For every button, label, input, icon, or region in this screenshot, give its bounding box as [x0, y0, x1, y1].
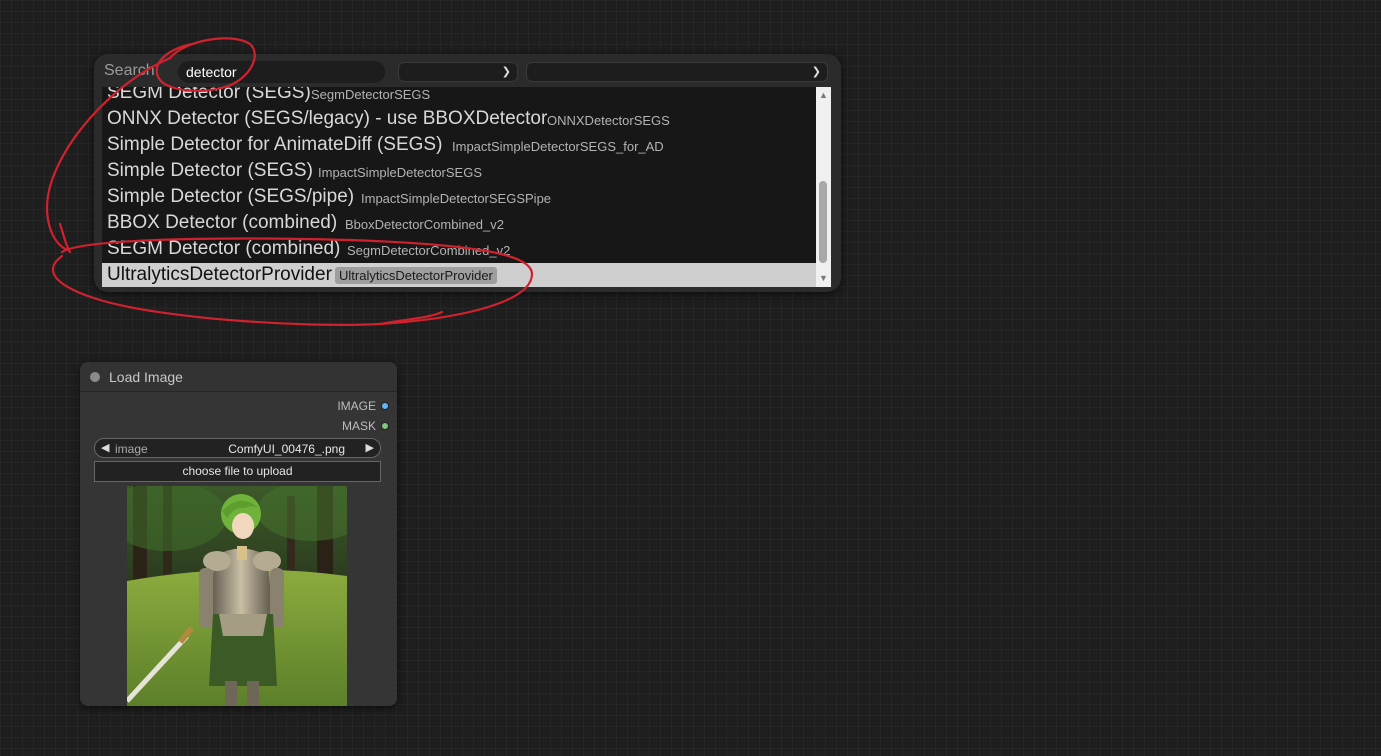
output-type-filter-select[interactable]: ❯	[526, 62, 828, 82]
result-type: ImpactSimpleDetectorSEGS_for_AD	[452, 139, 664, 154]
result-item[interactable]: SEGM Detector (SEGS) SegmDetectorSEGS	[102, 87, 816, 107]
node-header[interactable]: Load Image	[80, 362, 397, 392]
result-item[interactable]: Simple Detector (SEGS/pipe) ImpactSimple…	[102, 185, 816, 211]
combo-label: image	[115, 442, 148, 456]
result-name: ONNX Detector (SEGS/legacy) - use BBOXDe…	[107, 108, 548, 129]
scroll-down-arrow-icon[interactable]: ▼	[819, 273, 828, 283]
search-input[interactable]	[178, 61, 385, 83]
image-combo-widget[interactable]: ◀ image ComfyUI_00476_.png ▶	[94, 438, 381, 458]
upload-button[interactable]: choose file to upload	[94, 461, 381, 482]
search-results-list: SEGM Detector (SEGS) SegmDetectorSEGS ON…	[102, 87, 816, 287]
result-type: SegmDetectorSEGS	[311, 87, 431, 102]
output-slot-mask[interactable]: MASK	[342, 418, 389, 434]
chevron-down-icon: ❯	[501, 66, 511, 78]
scroll-thumb[interactable]	[819, 181, 827, 263]
node-search-dialog: Search: ❯ ❯ SEGM Detector (SEGS) SegmDet…	[94, 54, 841, 292]
result-item[interactable]: Simple Detector (SEGS) ImpactSimpleDetec…	[102, 159, 816, 185]
result-item[interactable]: SEGM Detector (combined) SegmDetectorCom…	[102, 237, 816, 263]
result-type: UltralyticsDetectorProvider	[335, 267, 497, 284]
slot-dot-icon[interactable]	[381, 422, 389, 430]
results-scrollbar[interactable]: ▲ ▼	[816, 87, 831, 287]
result-name: BBOX Detector (combined)	[107, 212, 338, 233]
arrow-right-icon[interactable]: ▶	[366, 441, 374, 454]
scroll-up-arrow-icon[interactable]: ▲	[819, 90, 828, 100]
result-type: BboxDetectorCombined_v2	[345, 217, 504, 232]
output-label: MASK	[341, 419, 376, 433]
load-image-node[interactable]: Load Image IMAGE MASK ◀ image ComfyUI_00…	[80, 362, 397, 706]
preview-illustration	[127, 486, 347, 706]
result-name: Simple Detector (SEGS)	[107, 160, 313, 181]
output-label: IMAGE	[337, 399, 376, 413]
image-preview	[127, 486, 347, 706]
result-name: Simple Detector (SEGS/pipe)	[107, 186, 355, 207]
result-item[interactable]: Simple Detector for AnimateDiff (SEGS) I…	[102, 133, 816, 159]
node-title: Load Image	[109, 369, 183, 385]
chevron-down-icon: ❯	[811, 66, 821, 78]
result-name: SEGM Detector (SEGS)	[107, 87, 311, 103]
arrow-left-icon[interactable]: ◀	[101, 441, 109, 454]
result-type: ImpactSimpleDetectorSEGS	[318, 165, 483, 180]
result-type: SegmDetectorCombined_v2	[347, 243, 511, 258]
result-name: Simple Detector for AnimateDiff (SEGS)	[107, 134, 443, 155]
result-type: ONNXDetectorSEGS	[547, 113, 670, 128]
result-name: SEGM Detector (combined)	[107, 238, 341, 259]
collapse-dot-icon[interactable]	[90, 372, 100, 382]
output-slot-image[interactable]: IMAGE	[337, 398, 389, 414]
slot-dot-icon[interactable]	[381, 402, 389, 410]
combo-value: ComfyUI_00476_.png	[228, 442, 345, 456]
result-name: UltralyticsDetectorProvider	[107, 264, 332, 285]
result-type: ImpactSimpleDetectorSEGSPipe	[361, 191, 552, 206]
input-type-filter-select[interactable]: ❯	[398, 62, 518, 82]
result-item[interactable]: ONNX Detector (SEGS/legacy) - use BBOXDe…	[102, 107, 816, 133]
search-label: Search:	[104, 62, 160, 79]
result-item-selected[interactable]: UltralyticsDetectorProvider UltralyticsD…	[102, 263, 816, 287]
result-item[interactable]: BBOX Detector (combined) BboxDetectorCom…	[102, 211, 816, 237]
